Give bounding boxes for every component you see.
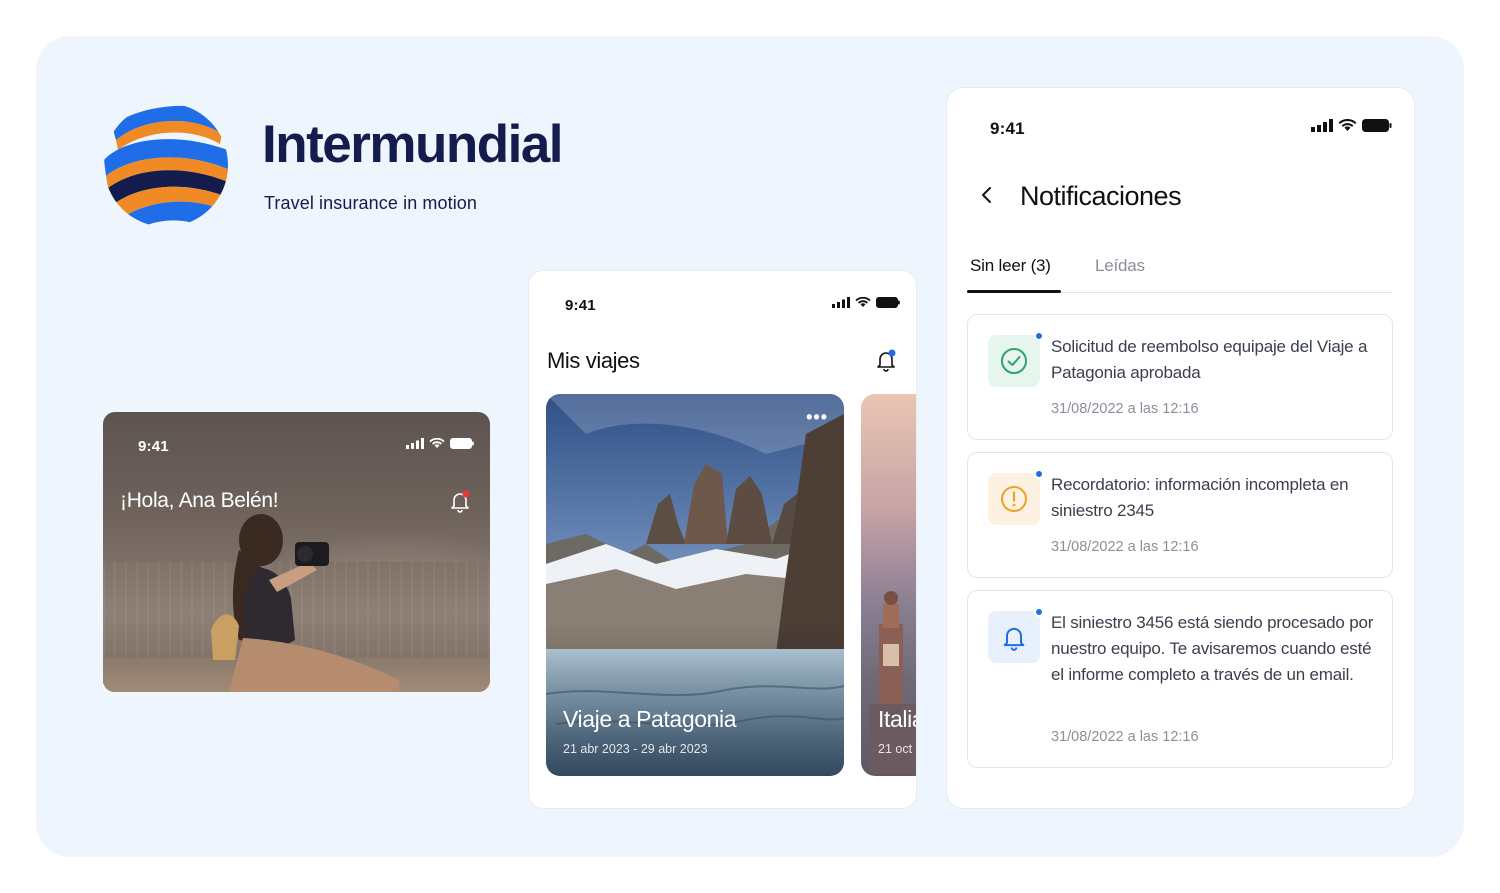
trip-dates: 21 oct	[878, 742, 913, 756]
status-time: 9:41	[990, 119, 1025, 138]
status-bar-icons	[1311, 119, 1392, 132]
page-title: Notificaciones	[1020, 181, 1182, 211]
notifications-screen: 9:41 Notificaciones Sin leer (3) Leídas	[947, 88, 1414, 808]
status-time: 9:41	[138, 438, 169, 455]
globe-logo-icon	[104, 105, 228, 227]
brand-name: Intermundial	[262, 115, 564, 174]
notification-text: Solicitud de reembolso equipaje del Viaj…	[1051, 337, 1368, 382]
chevron-left-icon	[982, 187, 991, 203]
showcase-canvas: Intermundial Travel insurance in motion …	[36, 36, 1464, 857]
status-time: 9:41	[565, 297, 596, 314]
notification-status-icon	[988, 469, 1044, 525]
check-circle-icon	[1001, 348, 1027, 374]
trip-card[interactable]: ••• Viaje a Patagonia 21 abr 2023 - 29 a…	[546, 394, 844, 776]
notification-item[interactable]: Recordatorio: información incompleta en …	[967, 452, 1393, 578]
signal-icon	[406, 438, 424, 449]
notification-status-icon	[988, 331, 1044, 387]
notification-tabs: Sin leer (3) Leídas	[967, 253, 1393, 293]
back-button[interactable]	[975, 183, 999, 207]
unread-dot	[1034, 331, 1044, 341]
notification-status-icon	[988, 607, 1044, 663]
trip-card[interactable]: Italia 21 oct	[861, 394, 916, 776]
notifications-bell-button[interactable]	[448, 489, 472, 518]
wifi-icon	[1338, 119, 1357, 132]
unread-dot	[1034, 607, 1044, 617]
signal-icon	[832, 297, 850, 308]
brand-tagline: Travel insurance in motion	[264, 193, 478, 213]
tab-unread[interactable]: Sin leer (3)	[970, 256, 1051, 276]
bell-icon	[877, 349, 896, 372]
status-bar-icons	[406, 438, 474, 449]
wifi-icon	[429, 438, 445, 449]
trip-name: Viaje a Patagonia	[563, 706, 737, 732]
battery-icon	[1362, 119, 1392, 132]
unread-dot	[1034, 469, 1044, 479]
trip-dates: 21 abr 2023 - 29 abr 2023	[563, 742, 708, 756]
signal-icon	[1311, 119, 1333, 132]
tab-read[interactable]: Leídas	[1095, 256, 1145, 276]
active-tab-indicator	[967, 290, 1061, 293]
page-title: Mis viajes	[547, 348, 640, 373]
bell-icon	[451, 490, 470, 513]
wifi-icon	[855, 297, 871, 308]
notification-date: 31/08/2022 a las 12:16	[1051, 401, 1199, 417]
trip-name: Italia	[878, 706, 916, 732]
home-screen-preview: 9:41 ¡Hola, Ana Belén!	[103, 412, 490, 692]
notification-item[interactable]: El siniestro 3456 está siendo procesado …	[967, 590, 1393, 768]
notification-text: Recordatorio: información incompleta en …	[1051, 475, 1349, 520]
bell-icon	[1003, 627, 1025, 651]
trips-screen: 9:41 Mis viajes ••• Viaje a Patagonia 21…	[529, 271, 916, 808]
status-bar-icons	[832, 297, 900, 308]
more-options-button[interactable]: •••	[806, 408, 828, 426]
notification-date: 31/08/2022 a las 12:16	[1051, 539, 1199, 555]
battery-icon	[450, 438, 474, 449]
photographer-illustration	[211, 514, 399, 692]
brand-logo: Intermundial Travel insurance in motion	[102, 100, 582, 230]
battery-icon	[876, 297, 900, 308]
notification-item[interactable]: Solicitud de reembolso equipaje del Viaj…	[967, 314, 1393, 440]
notifications-bell-button[interactable]	[874, 348, 898, 377]
greeting-text: ¡Hola, Ana Belén!	[120, 489, 279, 512]
notification-date: 31/08/2022 a las 12:16	[1051, 729, 1199, 745]
alert-circle-icon	[1001, 486, 1027, 512]
notification-text: El siniestro 3456 está siendo procesado …	[1051, 613, 1374, 684]
